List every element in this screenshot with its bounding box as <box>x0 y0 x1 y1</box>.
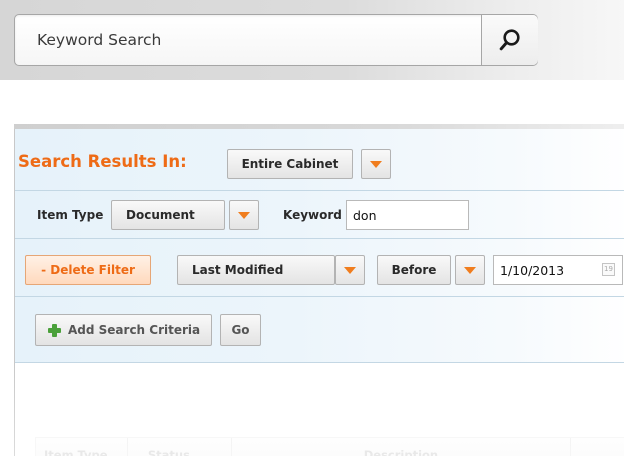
filter-row: - Delete Filter Last Modified Before 19 <box>15 239 624 297</box>
chevron-down-icon <box>344 266 356 274</box>
scope-dropdown-arrow[interactable] <box>361 149 391 179</box>
search-results-in-label: Search Results In: <box>18 152 187 171</box>
filter-operator-dropdown-arrow[interactable] <box>455 255 485 285</box>
search-toolbar <box>0 0 624 80</box>
filter-field-dropdown-arrow[interactable] <box>335 255 365 285</box>
column-header-description[interactable]: Description <box>232 438 572 456</box>
column-header-item-type[interactable]: Item Type <box>36 438 128 456</box>
chevron-down-icon <box>370 160 382 168</box>
filter-operator-dropdown[interactable]: Before <box>377 255 451 285</box>
add-search-criteria-label: Add Search Criteria <box>68 323 201 337</box>
scope-dropdown[interactable]: Entire Cabinet <box>227 149 353 179</box>
scope-row: Search Results In: Entire Cabinet <box>15 129 624 191</box>
keyword-search-input[interactable] <box>15 15 481 65</box>
search-filter-panel: Search Results In: Entire Cabinet Item T… <box>14 124 624 456</box>
go-button[interactable]: Go <box>220 314 261 346</box>
chevron-down-icon <box>464 266 476 274</box>
results-table-header: Item Type Status Description <box>35 437 624 456</box>
filter-date-input[interactable] <box>494 256 594 284</box>
app-root: Search Results In: Entire Cabinet Item T… <box>0 0 624 456</box>
column-header-extra <box>571 438 624 456</box>
item-type-label: Item Type <box>37 208 104 222</box>
column-header-status[interactable]: Status <box>128 438 232 456</box>
filter-field-dropdown[interactable]: Last Modified <box>177 255 335 285</box>
item-type-dropdown-arrow[interactable] <box>229 200 259 230</box>
search-button[interactable] <box>481 15 538 65</box>
actions-row: Add Search Criteria Go <box>15 297 624 363</box>
plus-icon <box>48 323 61 337</box>
keyword-search-box <box>14 14 538 66</box>
item-type-dropdown[interactable]: Document <box>111 200 225 230</box>
add-search-criteria-button[interactable]: Add Search Criteria <box>35 314 212 346</box>
keyword-input[interactable] <box>346 200 469 230</box>
chevron-down-icon <box>238 211 250 219</box>
filter-date-field: 19 <box>493 255 623 285</box>
delete-filter-button[interactable]: - Delete Filter <box>25 255 151 285</box>
search-icon <box>499 29 520 51</box>
item-type-row: Item Type Document Keyword <box>15 191 624 239</box>
calendar-icon[interactable]: 19 <box>602 263 615 276</box>
keyword-label: Keyword <box>283 208 342 222</box>
